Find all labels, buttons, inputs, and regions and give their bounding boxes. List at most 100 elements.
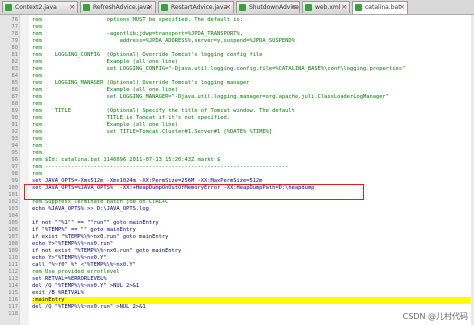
line-number: 111 bbox=[8, 262, 18, 268]
line-number: 94 bbox=[11, 143, 19, 149]
line-number: 104 bbox=[8, 213, 18, 219]
tab-0[interactable]: Context2.java × bbox=[2, 1, 78, 13]
code-line[interactable]: rem set LOGGING_MANAGER="-Djava.util.log… bbox=[32, 94, 472, 101]
line-number: 84 bbox=[11, 73, 19, 79]
line-number: 101 bbox=[8, 192, 18, 198]
code-line[interactable]: rem bbox=[32, 136, 472, 143]
tab-1[interactable]: RefreshAdvice.java × bbox=[80, 1, 156, 13]
close-icon[interactable]: × bbox=[341, 2, 347, 13]
tab-3[interactable]: ShutdownAdvice.java× bbox=[236, 1, 300, 13]
code-line[interactable]: echo Y>"%TEMP%\%~nx0.run" bbox=[32, 241, 472, 248]
close-icon[interactable]: × bbox=[69, 2, 75, 13]
code-line[interactable]: rem set LOGGING_CONFIG="-Djava.util.logg… bbox=[32, 66, 472, 73]
code-line[interactable]: rem TITLE is Tomcat if it's not specifie… bbox=[32, 115, 472, 122]
code-line[interactable]: set RETVAL=%ERRORLEVEL% bbox=[32, 276, 472, 283]
code-line[interactable]: if not exist "%TEMP%\%~nx0.run" goto mai… bbox=[32, 248, 472, 255]
code-line[interactable]: rem options MUST be specified. The defau… bbox=[32, 17, 472, 24]
code-line[interactable]: rem bbox=[32, 24, 472, 31]
code-line[interactable]: echo %JAVA_OPTS% >> D:\JAVA_OPTS.log bbox=[32, 206, 472, 213]
code-line[interactable]: rem TITLE (Optional) Specify the title o… bbox=[32, 108, 472, 115]
line-number: 93 bbox=[11, 136, 19, 142]
line-number: 113 bbox=[8, 276, 18, 282]
code-line[interactable]: rem set TITLE=Tomcat.Cluster#1.Server#1 … bbox=[32, 129, 472, 136]
tab-4[interactable]: web.xml × bbox=[302, 1, 350, 13]
code-line[interactable]: rem LOGGING_CONFIG (Optional) Override T… bbox=[32, 52, 472, 59]
line-number: 92 bbox=[11, 129, 19, 135]
line-number: 80 bbox=[11, 45, 19, 51]
line-number: 115 bbox=[8, 290, 18, 296]
code-line[interactable]: call "%~f0" %* <"%TEMP%\%~nx0.Y" bbox=[32, 262, 472, 269]
line-number: 110 bbox=[8, 255, 18, 261]
code-line[interactable]: rem ------------------------------------… bbox=[32, 164, 472, 171]
code-line[interactable]: echo Y>"%TEMP%\%~nx0.Y" bbox=[32, 255, 472, 262]
code-line[interactable]: rem bbox=[32, 101, 472, 108]
line-number: 90 bbox=[11, 115, 19, 121]
file-icon bbox=[305, 4, 312, 11]
code-line[interactable]: if not ""%1"" == ""run"" goto mainEntry bbox=[32, 220, 472, 227]
code-line[interactable]: :mainEntry bbox=[32, 297, 472, 304]
watermark: CSDN @儿村代码 bbox=[402, 312, 468, 321]
code-line[interactable]: rem bbox=[32, 171, 472, 178]
line-number: 116 bbox=[8, 297, 18, 303]
code-line[interactable]: rem Example (all one line) bbox=[32, 122, 472, 129]
code-line[interactable]: rem bbox=[32, 143, 472, 150]
code-line[interactable]: del /Q "%TEMP%\%~nx0.Y" >NUL 2>&1 bbox=[32, 283, 472, 290]
line-number: 114 bbox=[8, 283, 18, 289]
code-line[interactable]: rem address=%JPDA_ADDRESS%,server=y,susp… bbox=[32, 38, 472, 45]
file-icon bbox=[239, 4, 246, 11]
code-line[interactable]: rem Example (all one line) bbox=[32, 87, 472, 94]
close-icon[interactable]: × bbox=[399, 2, 405, 13]
code-line[interactable]: rem LOGGING_MANAGER (Optional) Override … bbox=[32, 80, 472, 87]
code-line[interactable] bbox=[32, 213, 472, 220]
tab-label: catalina.bat bbox=[365, 4, 401, 11]
line-number: 82 bbox=[11, 59, 19, 65]
fold-margin[interactable] bbox=[19, 15, 29, 325]
file-icon bbox=[5, 4, 12, 11]
line-number: 106 bbox=[8, 227, 18, 233]
code-line[interactable]: del /Q "%TEMP%\%~nx0.run" >NUL 2>&1 bbox=[32, 304, 472, 311]
line-number: 88 bbox=[11, 101, 19, 107]
line-number: 91 bbox=[11, 122, 19, 128]
code-line[interactable]: rem $Id: catalina.bat 1146096 2011-07-13… bbox=[32, 157, 472, 164]
tab-label: Context2.java bbox=[15, 4, 57, 11]
code-line[interactable]: rem bbox=[32, 73, 472, 80]
line-number: 112 bbox=[8, 269, 18, 275]
code-line[interactable]: rem bbox=[32, 150, 472, 157]
line-number: 98 bbox=[11, 171, 19, 177]
code-line[interactable]: rem bbox=[32, 45, 472, 52]
tab-5[interactable]: catalina.bat × bbox=[352, 1, 408, 14]
file-icon bbox=[355, 4, 362, 11]
code-line[interactable]: set JAVA_OPTS=%JAVA_OPTS% -XX:+HeapDumpO… bbox=[32, 185, 472, 192]
editor-pane[interactable]: 76 77 78 79 80 81 82 83 84 85 86 87 88 89 90 91 92 93 94 95… bbox=[0, 15, 474, 325]
code-line[interactable]: rem Example (all one line) bbox=[32, 59, 472, 66]
tab-bar: Context2.java × RefreshAdvice.java × Restart… bbox=[0, 0, 474, 15]
line-number: 96 bbox=[11, 157, 19, 163]
code-line[interactable]: if exist "%TEMP%\%~nx0.run" goto mainEnt… bbox=[32, 234, 472, 241]
close-icon[interactable]: × bbox=[225, 2, 231, 13]
line-number: 85 bbox=[11, 80, 19, 86]
line-number: 118 bbox=[8, 311, 18, 317]
line-number: 97 bbox=[11, 164, 19, 170]
tab-2[interactable]: RestartAdvice.java × bbox=[158, 1, 234, 13]
code-line[interactable]: set JAVA_OPTS=-Xms512m -Xmx1024m -XX:Per… bbox=[32, 178, 472, 185]
code-line[interactable]: rem -agentlib:jdwp=transport=%JPDA_TRANS… bbox=[32, 31, 472, 38]
file-icon bbox=[161, 4, 168, 11]
line-number: 81 bbox=[11, 52, 19, 58]
line-number: 77 bbox=[11, 24, 19, 30]
line-number: 117 bbox=[8, 304, 18, 310]
line-number: 89 bbox=[11, 108, 19, 114]
line-number: 78 bbox=[11, 31, 19, 37]
line-number: 103 bbox=[8, 206, 18, 212]
code-line[interactable]: rem Suppress Terminate batch job on CTRL… bbox=[32, 199, 472, 206]
line-number: 102 bbox=[8, 199, 18, 205]
close-icon[interactable]: × bbox=[147, 2, 153, 13]
line-number: 86 bbox=[11, 87, 19, 93]
file-icon bbox=[83, 4, 90, 11]
code-line[interactable]: if "%TEMP%" == "" goto mainEntry bbox=[32, 227, 472, 234]
code-line[interactable] bbox=[32, 192, 472, 199]
code-line[interactable]: exit /B %RETVAL% bbox=[32, 290, 472, 297]
line-number: 107 bbox=[8, 234, 18, 240]
code-line[interactable]: rem Use provided errorlevel bbox=[32, 269, 472, 276]
close-icon[interactable]: × bbox=[291, 2, 297, 13]
line-number: 99 bbox=[11, 178, 19, 184]
